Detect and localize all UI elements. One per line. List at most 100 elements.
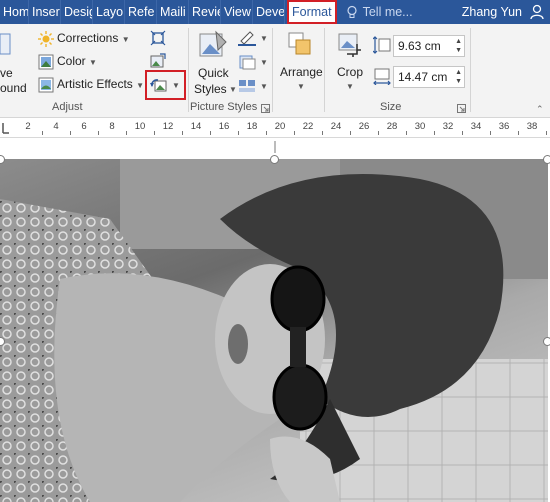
ruler-number: 8 xyxy=(109,121,115,132)
artistic-effects-button[interactable]: Artistic Effects ▼ xyxy=(57,77,144,91)
dialog-launcher-icon[interactable] xyxy=(457,104,466,113)
group-separator xyxy=(188,28,189,112)
ruler-number: 36 xyxy=(498,121,510,132)
ruler-tick xyxy=(70,131,71,135)
selected-picture[interactable] xyxy=(0,159,548,502)
ruler-number: 32 xyxy=(442,121,454,132)
corrections-label: Corrections xyxy=(57,31,119,45)
user-icon xyxy=(530,4,544,20)
tab-design[interactable]: Desig xyxy=(61,0,93,24)
arrange-label[interactable]: Arrange xyxy=(280,65,323,79)
tab-layout[interactable]: Layo xyxy=(93,0,125,24)
remove-background-label-2[interactable]: ound xyxy=(0,81,27,95)
ruler-number: 12 xyxy=(162,121,174,132)
chevron-down-icon: ▼ xyxy=(172,80,180,90)
adjust-group-label: Adjust xyxy=(52,101,83,113)
chevron-down-icon: ▼ xyxy=(260,33,268,43)
ruler-tick xyxy=(126,131,127,135)
ruler-number: 24 xyxy=(330,121,342,132)
resize-handle-top-right[interactable] xyxy=(543,155,550,164)
corrections-icon[interactable] xyxy=(38,31,54,47)
crop-icon[interactable] xyxy=(336,30,364,58)
compress-pictures-icon[interactable] xyxy=(150,30,166,46)
tab-home[interactable]: Hom xyxy=(0,0,29,24)
ruler-tick xyxy=(350,131,351,135)
quick-styles-label-1[interactable]: Quick xyxy=(198,66,229,80)
ruler-number: 20 xyxy=(274,121,286,132)
chevron-down-icon: ▼ xyxy=(136,81,145,90)
picture-styles-group-label: Picture Styles xyxy=(190,101,258,113)
ruler-number: 22 xyxy=(302,121,314,132)
tab-mailings[interactable]: Maili xyxy=(157,0,189,24)
tab-references[interactable]: Refe xyxy=(125,0,157,24)
shape-width-field[interactable]: 14.47 cm ▲ ▼ xyxy=(393,66,465,88)
arrange-icon[interactable] xyxy=(286,30,314,58)
document-area xyxy=(0,139,550,502)
change-picture-icon[interactable] xyxy=(150,53,166,69)
ruler-tick xyxy=(98,131,99,135)
user-name: Zhang Yun xyxy=(461,5,522,19)
ruler-tick xyxy=(294,131,295,135)
tab-review[interactable]: Revie xyxy=(189,0,221,24)
crop-label[interactable]: Crop xyxy=(337,65,363,79)
ruler-tick xyxy=(462,131,463,135)
picture-border-button[interactable]: ▼ xyxy=(238,30,268,46)
group-separator xyxy=(470,28,471,112)
picture-effects-button[interactable]: ▼ xyxy=(238,54,268,70)
ruler-tick xyxy=(406,131,407,135)
group-separator xyxy=(324,28,325,112)
group-separator xyxy=(272,28,273,112)
ruler-number: 18 xyxy=(246,121,258,132)
corrections-button[interactable]: Corrections ▼ xyxy=(57,31,130,45)
color-button[interactable]: Color ▼ xyxy=(57,54,97,68)
rotation-handle-icon[interactable] xyxy=(270,137,280,153)
tab-insert[interactable]: Inser xyxy=(29,0,61,24)
ruler-number: 6 xyxy=(81,121,87,132)
ribbon-tab-bar: Hom Inser Desig Layo Refe Maili Revie Vi… xyxy=(0,0,550,24)
ruler-tick xyxy=(518,131,519,135)
artistic-effects-icon[interactable] xyxy=(38,77,54,93)
picture-layout-icon xyxy=(239,80,255,92)
resize-handle-top-center[interactable] xyxy=(270,155,279,164)
ruler-tick xyxy=(546,131,547,135)
quick-styles-icon[interactable] xyxy=(198,30,228,60)
shape-height-field[interactable]: 9.63 cm ▲ ▼ xyxy=(393,35,465,57)
ruler-tick xyxy=(154,131,155,135)
ruler-tick xyxy=(322,131,323,135)
spinner-arrows[interactable]: ▲ ▼ xyxy=(455,37,462,55)
tab-selector-icon[interactable] xyxy=(1,122,11,134)
spinner-arrows[interactable]: ▲ ▼ xyxy=(455,68,462,86)
ruler-tick xyxy=(210,131,211,135)
picture-layout-button[interactable]: ▼ xyxy=(238,78,268,94)
dialog-launcher-icon[interactable] xyxy=(261,104,270,113)
chevron-down-icon: ▼ xyxy=(260,81,268,91)
collapse-ribbon-button[interactable]: ⌃ xyxy=(536,104,544,115)
remove-background-label-1[interactable]: ve xyxy=(0,66,13,80)
ruler-number: 2 xyxy=(25,121,31,132)
reset-picture-button[interactable]: ▼ xyxy=(150,77,180,93)
tab-view[interactable]: View xyxy=(221,0,253,24)
ruler-number: 4 xyxy=(53,121,59,132)
size-group-label: Size xyxy=(380,101,402,113)
ruler-number: 30 xyxy=(414,121,426,132)
user-account[interactable]: Zhang Yun xyxy=(462,0,550,24)
tab-developer[interactable]: Deve xyxy=(253,0,285,24)
remove-background-icon[interactable] xyxy=(0,30,14,60)
resize-handle-middle-right[interactable] xyxy=(543,337,550,346)
ruler-number: 38 xyxy=(526,121,538,132)
ruler-number: 14 xyxy=(190,121,202,132)
horizontal-ruler[interactable]: 2 4 6 8 10 12 14 16 18 20 22 24 26 28 30 32 34 36 38 xyxy=(0,118,550,138)
ruler-tick xyxy=(238,131,239,135)
color-label: Color xyxy=(57,54,86,68)
chevron-down-icon: ▼ xyxy=(89,58,97,67)
ruler-tick xyxy=(42,131,43,135)
lightbulb-icon xyxy=(346,5,357,18)
ruler-tick xyxy=(490,131,491,135)
chevron-down-icon: ▼ xyxy=(229,85,237,94)
tell-me-text: Tell me... xyxy=(362,5,413,19)
color-icon[interactable] xyxy=(38,54,54,70)
tab-format[interactable]: Format xyxy=(287,0,337,24)
shape-width-icon xyxy=(373,68,391,85)
quick-styles-label-2[interactable]: Styles xyxy=(194,82,227,96)
tell-me-box[interactable]: Tell me... xyxy=(345,0,413,24)
